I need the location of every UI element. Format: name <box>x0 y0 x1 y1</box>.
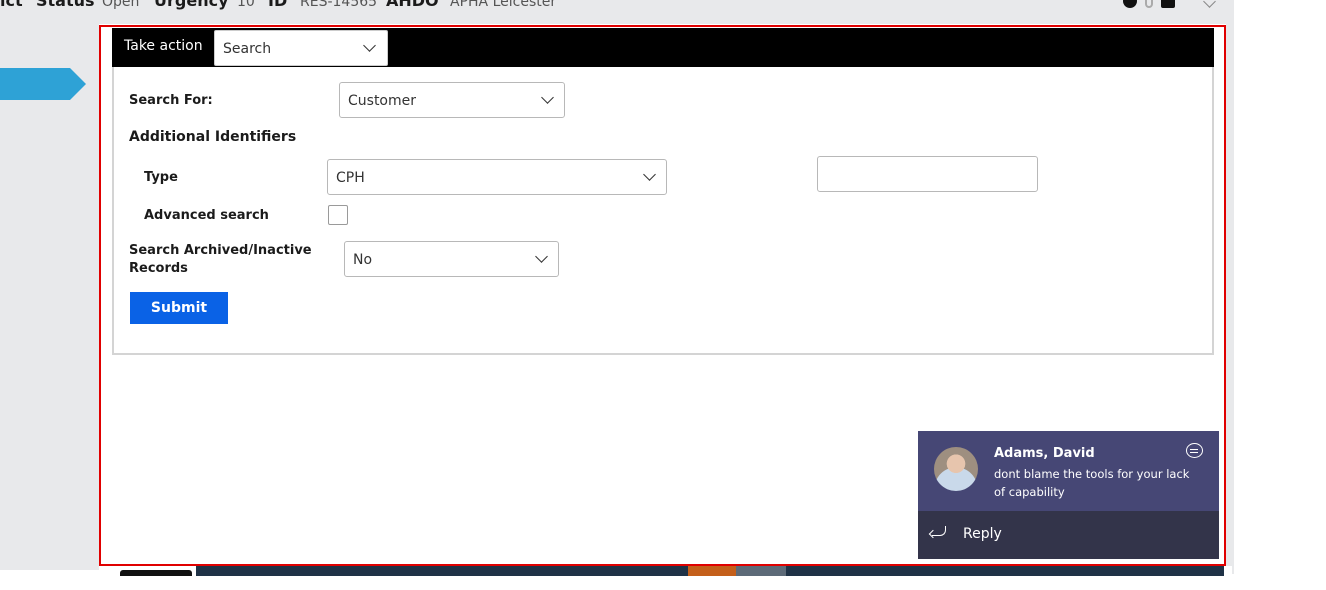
taskbar-left <box>0 566 99 570</box>
sender-name: Adams, David <box>994 446 1095 461</box>
additional-identifiers-title: Additional Identifiers <box>129 129 297 145</box>
taskbar-app-icon[interactable] <box>688 566 736 576</box>
status-value: Open <box>102 0 140 10</box>
globe-icon[interactable] <box>1123 0 1137 8</box>
take-action-bar: Take action Search <box>112 28 1214 67</box>
action-select[interactable]: Search <box>214 30 388 66</box>
search-for-value: Customer <box>348 93 417 109</box>
search-for-dropdown[interactable]: Customer <box>339 82 565 118</box>
urgency-value: 10 <box>237 0 255 10</box>
status-label: Status <box>36 0 95 10</box>
archived-label-line1: Search Archived/Inactive <box>129 243 312 258</box>
archived-dropdown[interactable]: No <box>344 241 559 277</box>
advanced-search-label: Advanced search <box>144 208 269 223</box>
header-actions <box>1123 0 1216 8</box>
type-dropdown[interactable]: CPH <box>327 159 667 195</box>
chevron-down-icon <box>643 168 656 181</box>
take-action-label: Take action <box>124 38 203 54</box>
reply-button[interactable]: Reply <box>918 511 1219 559</box>
taskbar-app-icon[interactable] <box>736 566 786 576</box>
attachment-icon[interactable] <box>1145 0 1153 8</box>
taskbar-pill <box>120 570 192 576</box>
advanced-search-checkbox[interactable] <box>328 205 348 225</box>
reply-icon <box>932 526 946 536</box>
urgency-label: Urgency <box>154 0 229 10</box>
chevron-down-icon <box>541 91 554 104</box>
identifier-value-input[interactable] <box>817 156 1038 192</box>
ahdo-value: APHA Leicester <box>450 0 557 10</box>
type-label: Type <box>144 170 178 185</box>
case-header-bar: ict Status Open Urgency 10 ID RES-14565 … <box>0 0 1232 24</box>
right-rail <box>1226 0 1234 574</box>
chat-icon[interactable] <box>1186 443 1203 458</box>
message-text: dont blame the tools for your lack of ca… <box>994 467 1190 499</box>
chevron-down-icon <box>363 39 376 52</box>
action-select-value: Search <box>223 41 272 57</box>
archived-value: No <box>353 252 373 268</box>
reply-label: Reply <box>963 526 1002 542</box>
archived-label-line2: Records <box>129 261 188 276</box>
submit-button[interactable]: Submit <box>130 292 228 324</box>
search-for-label: Search For: <box>129 93 213 108</box>
avatar <box>934 447 978 491</box>
type-value: CPH <box>336 170 365 186</box>
id-value: RES-14565 <box>300 0 378 10</box>
chevron-down-icon[interactable] <box>1203 0 1216 8</box>
stage-arrow[interactable] <box>0 68 86 100</box>
print-icon[interactable] <box>1161 0 1175 8</box>
chevron-down-icon <box>535 250 548 263</box>
taskbar-strip <box>0 566 1232 576</box>
chat-notification-toast[interactable]: Adams, David dont blame the tools for yo… <box>918 431 1219 559</box>
id-label: ID <box>268 0 288 10</box>
left-rail <box>0 24 99 570</box>
search-form-panel: Search For: Customer Additional Identifi… <box>112 67 1214 355</box>
header-field-label: ict <box>0 0 23 10</box>
ahdo-label: AHDO <box>386 0 439 10</box>
